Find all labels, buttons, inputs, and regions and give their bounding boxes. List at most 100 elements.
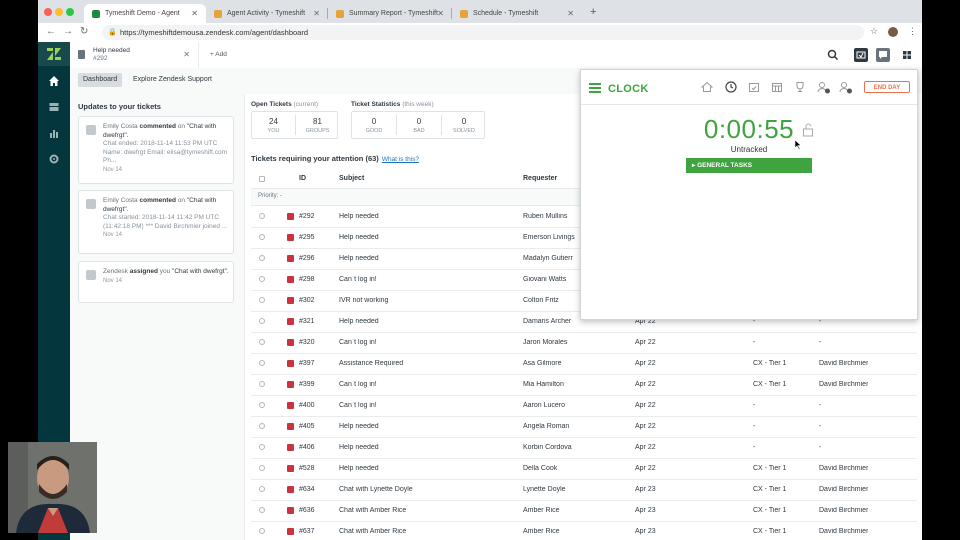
stat-you[interactable]: 24 YOU bbox=[252, 112, 295, 138]
browser-tab[interactable]: Schedule - Tymeshift ✕ bbox=[452, 4, 582, 23]
search-icon[interactable] bbox=[826, 48, 840, 62]
bookmark-star-icon[interactable]: ☆ bbox=[870, 26, 878, 37]
add-button[interactable]: + Add bbox=[210, 51, 227, 58]
ticket-tab[interactable]: Help needed #292 ✕ bbox=[70, 42, 199, 68]
ticket-subject[interactable]: Help needed bbox=[339, 213, 515, 220]
ticket-subject[interactable]: Help needed bbox=[339, 255, 515, 262]
ticket-subject[interactable]: Help needed bbox=[339, 423, 515, 430]
row-checkbox[interactable] bbox=[259, 318, 265, 324]
row-checkbox[interactable] bbox=[259, 297, 265, 303]
browser-menu-icon[interactable]: ⋮ bbox=[908, 26, 917, 37]
sidebar-item-views[interactable] bbox=[38, 96, 70, 118]
row-checkbox[interactable] bbox=[259, 507, 265, 513]
row-checkbox[interactable] bbox=[259, 465, 265, 471]
stat-groups[interactable]: 81 GROUPS bbox=[296, 112, 339, 138]
table-row[interactable]: #637 Chat with Amber Rice Amber Rice Apr 23… bbox=[251, 521, 917, 540]
ticket-subject[interactable]: Chat with Lynette Doyle bbox=[339, 486, 515, 493]
row-checkbox[interactable] bbox=[259, 423, 265, 429]
ticket-id[interactable]: #399 bbox=[299, 381, 315, 388]
update-card[interactable]: Emily Costa commented on "Chat with dwef… bbox=[78, 116, 234, 184]
column-header-id[interactable]: ID bbox=[299, 175, 306, 182]
update-card[interactable]: Emily Costa commented on "Chat with dwef… bbox=[78, 190, 234, 254]
ticket-id[interactable]: #320 bbox=[299, 339, 315, 346]
row-checkbox[interactable] bbox=[259, 360, 265, 366]
stat-bad[interactable]: 0 BAD bbox=[397, 112, 441, 138]
tab-close-icon[interactable]: ✕ bbox=[313, 9, 320, 18]
forward-arrow-icon[interactable]: → bbox=[63, 26, 73, 37]
table-row[interactable]: #399 Can`t log in! Mia Hamilton Apr 22 CX - … bbox=[251, 374, 917, 396]
tab-close-icon[interactable]: ✕ bbox=[567, 9, 574, 18]
general-tasks-button[interactable]: ▸ GENERAL TASKS bbox=[686, 158, 812, 173]
ticket-subject[interactable]: Can`t log in! bbox=[339, 276, 515, 283]
sidebar-item-reporting[interactable] bbox=[38, 122, 70, 144]
home-icon[interactable] bbox=[701, 81, 713, 93]
tab-explore-zendesk-support[interactable]: Explore Zendesk Support bbox=[128, 73, 217, 87]
reload-icon[interactable]: ↻ bbox=[80, 26, 88, 37]
apps-grid-icon[interactable] bbox=[900, 48, 914, 62]
calendar-check-icon[interactable] bbox=[748, 81, 760, 93]
table-row[interactable]: #406 Help needed Korbin Cordova Apr 22 - - bbox=[251, 437, 917, 459]
ticket-id[interactable]: #298 bbox=[299, 276, 315, 283]
ticket-id[interactable]: #321 bbox=[299, 318, 315, 325]
browser-tab-active[interactable]: Tymeshift Demo - Agent ✕ bbox=[84, 4, 206, 23]
row-checkbox[interactable] bbox=[259, 339, 265, 345]
column-header-subject[interactable]: Subject bbox=[339, 175, 364, 182]
user-status-icon[interactable] bbox=[839, 81, 853, 94]
table-row[interactable]: #405 Help needed Angela Roman Apr 22 - - bbox=[251, 416, 917, 438]
ticket-id[interactable]: #397 bbox=[299, 360, 315, 367]
tab-close-icon[interactable]: ✕ bbox=[437, 9, 444, 18]
end-day-button[interactable]: END DAY bbox=[864, 81, 910, 93]
close-ticket-tab-icon[interactable]: ✕ bbox=[183, 50, 190, 59]
ticket-subject[interactable]: Can`t log in! bbox=[339, 381, 515, 388]
ticket-subject[interactable]: Chat with Amber Rice bbox=[339, 528, 515, 535]
profile-avatar[interactable] bbox=[888, 27, 898, 37]
browser-tab[interactable]: Agent Activity - Tymeshift ✕ bbox=[206, 4, 328, 23]
calendar-grid-icon[interactable] bbox=[771, 81, 783, 93]
table-row[interactable]: #400 Can`t log in! Aaron Lucero Apr 22 - - bbox=[251, 395, 917, 417]
back-arrow-icon[interactable]: ← bbox=[46, 26, 56, 37]
sidebar-item-admin[interactable] bbox=[38, 148, 70, 170]
row-checkbox[interactable] bbox=[259, 213, 265, 219]
table-row[interactable]: #634 Chat with Lynette Doyle Lynette Doyle… bbox=[251, 479, 917, 501]
row-checkbox[interactable] bbox=[259, 255, 265, 261]
update-card[interactable]: Zendesk assigned you "Chat with dwefrgt"… bbox=[78, 261, 234, 303]
select-all-checkbox[interactable] bbox=[259, 176, 265, 182]
update-subject[interactable]: "Chat with dwefrgt". bbox=[172, 268, 229, 275]
tab-dashboard[interactable]: Dashboard bbox=[78, 73, 123, 87]
tymeshift-app-icon[interactable] bbox=[854, 48, 868, 62]
ticket-id[interactable]: #406 bbox=[299, 444, 315, 451]
ticket-subject[interactable]: Help needed bbox=[339, 465, 515, 472]
table-row[interactable]: #528 Help needed Della Cook Apr 22 CX - Tier… bbox=[251, 458, 917, 480]
ticket-subject[interactable]: Can`t log in! bbox=[339, 339, 515, 346]
sidebar-item-home[interactable] bbox=[38, 70, 70, 92]
url-bar[interactable]: 🔒 https://tymeshiftdemousa.zendesk.com/a… bbox=[102, 25, 864, 40]
chat-icon[interactable] bbox=[876, 48, 890, 62]
ticket-id[interactable]: #400 bbox=[299, 402, 315, 409]
table-row[interactable]: #320 Can`t log in! Jaron Morales Apr 22 - - bbox=[251, 332, 917, 354]
row-checkbox[interactable] bbox=[259, 276, 265, 282]
column-header-requester[interactable]: Requester bbox=[523, 175, 557, 182]
ticket-subject[interactable]: Assistance Required bbox=[339, 360, 515, 367]
row-checkbox[interactable] bbox=[259, 528, 265, 534]
close-window-button[interactable] bbox=[44, 8, 52, 16]
row-checkbox[interactable] bbox=[259, 402, 265, 408]
row-checkbox[interactable] bbox=[259, 486, 265, 492]
tab-close-icon[interactable]: ✕ bbox=[191, 9, 198, 18]
ticket-subject[interactable]: IVR not working bbox=[339, 297, 515, 304]
ticket-id[interactable]: #405 bbox=[299, 423, 315, 430]
ticket-id[interactable]: #295 bbox=[299, 234, 315, 241]
ticket-subject[interactable]: Help needed bbox=[339, 318, 515, 325]
ticket-subject[interactable]: Can`t log in! bbox=[339, 402, 515, 409]
ticket-id[interactable]: #292 bbox=[299, 213, 315, 220]
row-checkbox[interactable] bbox=[259, 234, 265, 240]
ticket-subject[interactable]: Chat with Amber Rice bbox=[339, 507, 515, 514]
row-checkbox[interactable] bbox=[259, 381, 265, 387]
new-tab-button[interactable]: + bbox=[590, 6, 596, 18]
ticket-id[interactable]: #634 bbox=[299, 486, 315, 493]
ticket-subject[interactable]: Help needed bbox=[339, 444, 515, 451]
table-row[interactable]: #397 Assistance Required Asa Gilmore Apr 22… bbox=[251, 353, 917, 375]
clock-icon[interactable] bbox=[725, 81, 737, 93]
ticket-id[interactable]: #637 bbox=[299, 528, 315, 535]
table-row[interactable]: #636 Chat with Amber Rice Amber Rice Apr 23… bbox=[251, 500, 917, 522]
ticket-id[interactable]: #528 bbox=[299, 465, 315, 472]
